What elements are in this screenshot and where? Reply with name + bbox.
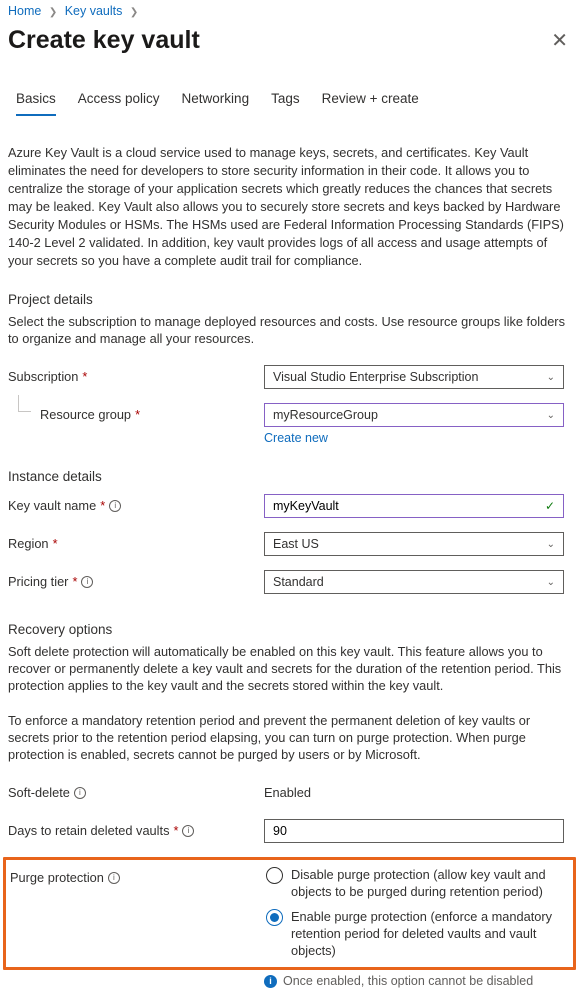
retention-days-input[interactable] (264, 819, 564, 843)
tab-access-policy[interactable]: Access policy (78, 91, 160, 116)
tab-networking[interactable]: Networking (182, 91, 250, 116)
recovery-options-heading: Recovery options (8, 622, 574, 637)
checkmark-icon: ✓ (545, 499, 555, 513)
breadcrumb: Home ❯ Key vaults ❯ (8, 4, 574, 24)
info-icon[interactable]: i (182, 825, 194, 837)
purge-protection-label: Purge protection i (10, 866, 266, 885)
region-label: Region* (8, 532, 264, 551)
soft-delete-value: Enabled (264, 781, 574, 800)
pricing-tier-dropdown[interactable]: Standard⌄ (264, 570, 564, 594)
chevron-right-icon: ❯ (45, 7, 61, 18)
info-icon: i (264, 975, 277, 988)
soft-delete-label: Soft-delete i (8, 781, 264, 800)
chevron-down-icon: ⌄ (547, 539, 555, 550)
resource-group-label: Resource group* (8, 403, 264, 422)
retention-days-label: Days to retain deleted vaults* i (8, 819, 264, 838)
info-icon[interactable]: i (109, 500, 121, 512)
resource-group-dropdown[interactable]: myResourceGroup⌄ (264, 403, 564, 427)
keyvault-name-input[interactable]: ✓ (264, 494, 564, 518)
purge-disable-radio[interactable]: Disable purge protection (allow key vaul… (266, 866, 569, 900)
tab-review-create[interactable]: Review + create (322, 91, 419, 116)
instance-details-heading: Instance details (8, 469, 574, 484)
purge-protection-highlight: Purge protection i Disable purge protect… (3, 857, 576, 970)
project-details-heading: Project details (8, 292, 574, 307)
intro-text: Azure Key Vault is a cloud service used … (8, 144, 574, 270)
create-new-link[interactable]: Create new (264, 431, 328, 445)
recovery-desc-1: Soft delete protection will automaticall… (8, 643, 574, 694)
subscription-dropdown[interactable]: Visual Studio Enterprise Subscription⌄ (264, 365, 564, 389)
chevron-right-icon: ❯ (126, 7, 142, 18)
purge-enable-radio[interactable]: Enable purge protection (enforce a manda… (266, 908, 569, 959)
chevron-down-icon: ⌄ (547, 410, 555, 421)
info-icon[interactable]: i (108, 872, 120, 884)
tab-basics[interactable]: Basics (16, 91, 56, 116)
keyvault-name-label: Key vault name* i (8, 494, 264, 513)
radio-icon (266, 909, 283, 926)
chevron-down-icon: ⌄ (547, 372, 555, 383)
info-icon[interactable]: i (81, 576, 93, 588)
pricing-tier-label: Pricing tier* i (8, 570, 264, 589)
breadcrumb-keyvaults[interactable]: Key vaults (65, 4, 123, 18)
region-dropdown[interactable]: East US⌄ (264, 532, 564, 556)
tab-tags[interactable]: Tags (271, 91, 300, 116)
chevron-down-icon: ⌄ (547, 577, 555, 588)
page-title: Create key vault (8, 26, 200, 55)
recovery-desc-2: To enforce a mandatory retention period … (8, 712, 574, 763)
breadcrumb-home[interactable]: Home (8, 4, 41, 18)
info-icon[interactable]: i (74, 787, 86, 799)
project-details-desc: Select the subscription to manage deploy… (8, 313, 574, 347)
tab-strip: Basics Access policy Networking Tags Rev… (8, 91, 574, 116)
subscription-label: Subscription* (8, 365, 264, 384)
radio-icon (266, 867, 283, 884)
close-icon[interactable]: ✕ (545, 24, 574, 57)
purge-note: i Once enabled, this option cannot be di… (8, 974, 574, 988)
